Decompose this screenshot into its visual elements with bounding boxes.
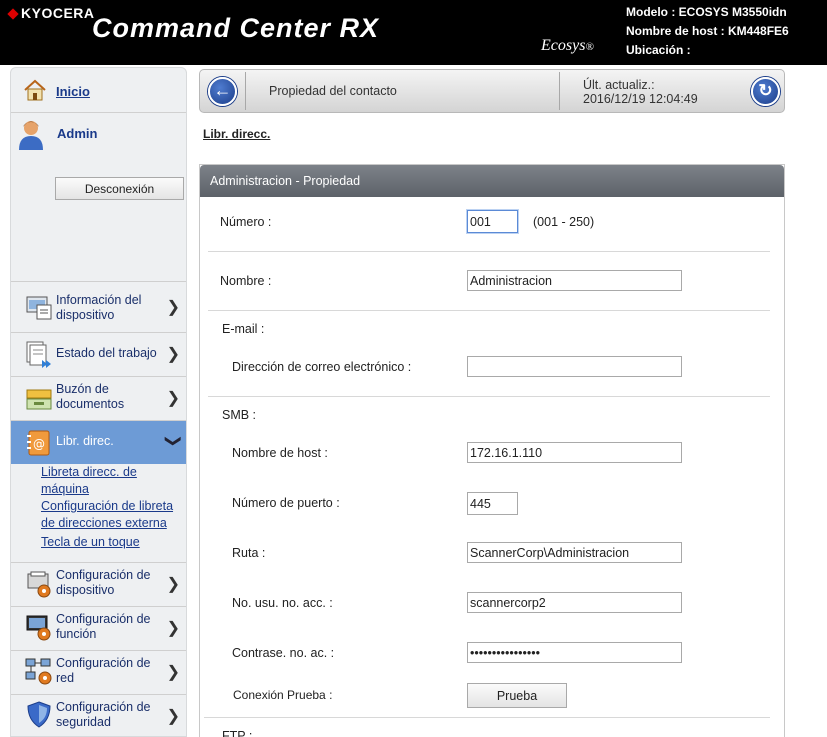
divider bbox=[245, 72, 246, 110]
divider bbox=[208, 310, 770, 311]
panel-header: Administracion - Propiedad bbox=[200, 165, 784, 197]
divider bbox=[559, 72, 560, 110]
sidebar-item-label: Configuración de red bbox=[56, 656, 151, 685]
sidebar-item-security-settings[interactable]: Configuración de seguridad ❯ bbox=[11, 694, 186, 736]
sidebar: Inicio Admin Desconexión Información del… bbox=[10, 67, 187, 737]
divider bbox=[208, 251, 770, 252]
sidebar-item-function-settings[interactable]: Configuración de función ❯ bbox=[11, 606, 186, 650]
refresh-button[interactable]: ↻ bbox=[751, 77, 780, 106]
job-status-icon bbox=[26, 341, 51, 368]
address-book-icon: @ bbox=[27, 430, 50, 456]
refresh-icon: ↻ bbox=[758, 81, 773, 100]
device-info-icon bbox=[26, 296, 52, 320]
ecosys-logo: Ecosys® bbox=[541, 37, 594, 54]
number-input[interactable] bbox=[467, 210, 518, 233]
submenu-link[interactable]: Configuración de libreta de direcciones e… bbox=[41, 499, 173, 530]
port-label: Número de puerto : bbox=[232, 496, 340, 510]
password-label: Contrase. no. ac. : bbox=[232, 646, 335, 660]
sidebar-home[interactable]: Inicio bbox=[11, 68, 186, 113]
chevron-right-icon: ❯ bbox=[166, 346, 180, 363]
function-settings-icon bbox=[26, 615, 51, 641]
number-label: Número : bbox=[220, 215, 272, 229]
sidebar-item-address-book[interactable]: @ Libr. direc. ❯ bbox=[11, 420, 186, 464]
sidebar-item-label: Configuración de función bbox=[56, 612, 151, 641]
device-settings-icon bbox=[27, 571, 51, 598]
number-range: (001 - 250) bbox=[533, 215, 595, 229]
test-connection-button[interactable]: Prueba bbox=[467, 683, 567, 708]
home-icon bbox=[24, 79, 46, 101]
kyocera-mark-icon bbox=[7, 8, 19, 20]
last-update-label: Últ. actualiz.: bbox=[583, 78, 655, 92]
sidebar-item-device-info[interactable]: Información del dispositivo ❯ bbox=[11, 281, 186, 332]
sidebar-item-label: Buzón de documentos bbox=[56, 382, 125, 411]
sidebar-item-document-box[interactable]: Buzón de documentos ❯ bbox=[11, 376, 186, 420]
chevron-right-icon: ❯ bbox=[166, 664, 180, 681]
password-input[interactable] bbox=[467, 642, 682, 663]
breadcrumb[interactable]: Libr. direcc. bbox=[203, 127, 270, 141]
user-name: Admin bbox=[57, 126, 98, 141]
chevron-right-icon: ❯ bbox=[166, 299, 180, 316]
login-user-label: No. usu. no. acc. : bbox=[232, 596, 333, 610]
device-location: Ubicación : bbox=[626, 43, 691, 57]
name-label: Nombre : bbox=[220, 274, 272, 288]
page-toolbar: ← Propiedad del contacto Últ. actualiz.:… bbox=[199, 69, 785, 113]
chevron-down-icon: ❯ bbox=[164, 434, 182, 448]
submenu-link[interactable]: Libreta direcc. de máquina bbox=[41, 465, 137, 496]
sidebar-item-label: Configuración de dispositivo bbox=[56, 568, 151, 597]
device-host: Nombre de host : KM448FE6 bbox=[626, 24, 789, 38]
port-input[interactable] bbox=[467, 492, 518, 515]
document-box-icon bbox=[26, 389, 52, 410]
submenu-link[interactable]: Tecla de un toque bbox=[41, 535, 140, 549]
email-label: Dirección de correo electrónico : bbox=[232, 360, 412, 374]
header-bar: KYOCERA Command Center RX Ecosys® Modelo… bbox=[0, 0, 827, 65]
kyocera-logo: KYOCERA bbox=[7, 5, 95, 21]
divider bbox=[204, 717, 770, 718]
last-update-time: 2016/12/19 12:04:49 bbox=[583, 92, 698, 106]
sidebar-item-device-settings[interactable]: Configuración de dispositivo ❯ bbox=[11, 562, 186, 606]
device-model: Modelo : ECOSYS M3550idn bbox=[626, 5, 787, 19]
network-settings-icon bbox=[25, 658, 52, 685]
brand-name: KYOCERA bbox=[21, 5, 95, 21]
submenu-one-touch-key[interactable]: Tecla de un toque bbox=[41, 534, 140, 551]
host-label: Nombre de host : bbox=[232, 446, 328, 460]
path-label: Ruta : bbox=[232, 546, 266, 560]
chevron-right-icon: ❯ bbox=[166, 708, 180, 725]
sidebar-item-label: Información del dispositivo bbox=[56, 293, 142, 322]
email-input[interactable] bbox=[467, 356, 682, 377]
divider bbox=[208, 396, 770, 397]
device-info: Modelo : ECOSYS M3550idn Nombre de host … bbox=[626, 3, 789, 60]
svg-text:@: @ bbox=[33, 437, 45, 451]
ecosys-logo-text: Ecosys bbox=[541, 37, 586, 54]
shield-icon bbox=[27, 701, 51, 728]
sidebar-item-label: Estado del trabajo bbox=[56, 346, 157, 360]
host-input[interactable] bbox=[467, 442, 682, 463]
path-input[interactable] bbox=[467, 542, 682, 563]
app-title: Command Center RX bbox=[92, 13, 380, 43]
submenu-machine-address-book[interactable]: Libreta direcc. de máquina bbox=[41, 464, 137, 498]
submenu-external-address-book[interactable]: Configuración de libreta de direcciones e… bbox=[41, 498, 173, 532]
back-button[interactable]: ← bbox=[208, 77, 237, 106]
property-panel: Administracion - Propiedad Número : (001… bbox=[199, 164, 785, 737]
sidebar-item-network-settings[interactable]: Configuración de red ❯ bbox=[11, 650, 186, 694]
arrow-left-icon: ← bbox=[213, 80, 232, 100]
name-input[interactable] bbox=[467, 270, 682, 291]
chevron-right-icon: ❯ bbox=[166, 390, 180, 407]
chevron-right-icon: ❯ bbox=[166, 576, 180, 593]
page-title: Propiedad del contacto bbox=[269, 84, 397, 98]
smb-section-title: SMB : bbox=[222, 408, 257, 422]
sidebar-item-label: Libr. direc. bbox=[56, 434, 114, 448]
logout-button[interactable]: Desconexión bbox=[55, 177, 184, 200]
email-section-title: E-mail : bbox=[222, 322, 265, 336]
sidebar-item-label: Configuración de seguridad bbox=[56, 700, 151, 729]
sidebar-item-job-status[interactable]: Estado del trabajo ❯ bbox=[11, 332, 186, 376]
user-icon bbox=[19, 121, 43, 150]
home-link[interactable]: Inicio bbox=[56, 84, 90, 99]
last-update: Últ. actualiz.: 2016/12/19 12:04:49 bbox=[583, 78, 698, 106]
chevron-right-icon: ❯ bbox=[166, 620, 180, 637]
connection-test-label: Conexión Prueba : bbox=[233, 688, 333, 702]
ftp-section-title: FTP : bbox=[222, 729, 253, 737]
login-user-input[interactable] bbox=[467, 592, 682, 613]
